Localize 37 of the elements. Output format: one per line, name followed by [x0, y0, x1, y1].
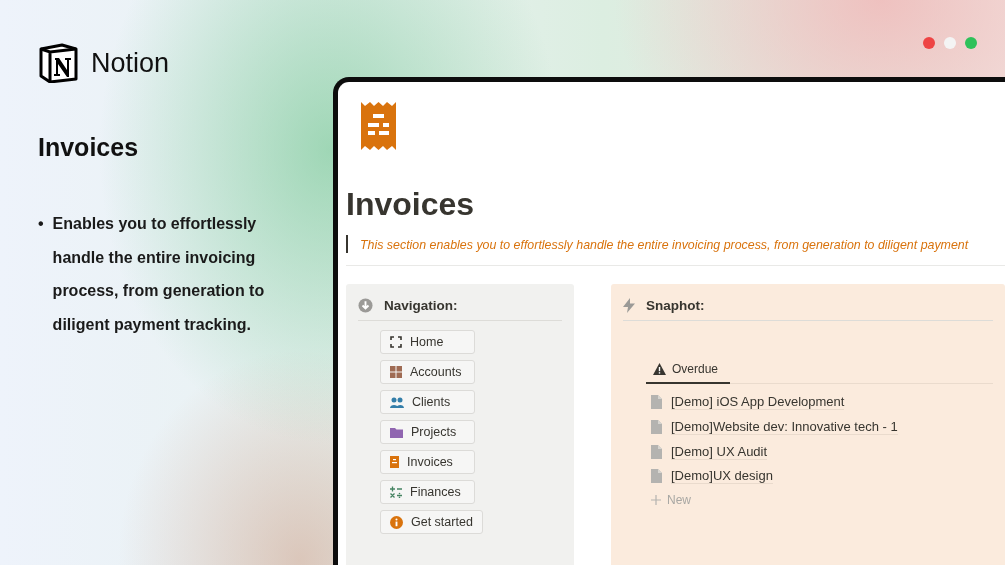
nav-button[interactable]: Projects — [380, 420, 475, 444]
page-icon — [651, 469, 662, 484]
download-icon — [358, 298, 373, 313]
page-title: Invoices — [346, 186, 476, 223]
receipt-icon — [361, 102, 396, 150]
math-symbols-icon — [390, 486, 402, 498]
view-tab[interactable]: Overdue — [646, 359, 731, 384]
page-icon — [651, 395, 662, 410]
nav-button[interactable]: Clients — [380, 390, 475, 414]
warning-icon — [653, 363, 666, 375]
page-icon — [651, 420, 662, 435]
page-link[interactable]: [Demo]UX design — [671, 468, 773, 485]
page-link[interactable]: [Demo]Website dev: Innovative tech - 1 — [671, 419, 898, 436]
info-icon — [390, 515, 403, 529]
receipt-icon — [390, 456, 399, 468]
folder-icon — [390, 426, 403, 438]
callout-title: Navigation: — [384, 298, 458, 313]
quote-text: This section enables you to effortlessly handle the entire invoicing process, from generation to diligent payment — [360, 238, 969, 252]
bullet-marker: • — [38, 214, 44, 234]
nav-button[interactable]: Get started — [380, 510, 483, 534]
page-icon — [651, 444, 662, 459]
lightning-icon — [623, 298, 635, 313]
page-link[interactable]: [Demo] UX Audit — [671, 443, 768, 460]
nav-button[interactable]: Invoices — [380, 450, 475, 474]
people-icon — [390, 396, 404, 408]
nav-button[interactable]: Finances — [380, 480, 475, 504]
bullet-text: Enables you to effortlessly handle the entire invoicing process, from generation to diligent payment tracking. — [52, 214, 266, 335]
section-heading: Invoices — [38, 133, 140, 162]
grid-icon — [390, 366, 402, 378]
callout-title: Snaphot: — [646, 298, 705, 313]
frame-icon — [390, 336, 402, 348]
nav-button[interactable]: Home — [380, 330, 475, 354]
plus-icon — [651, 494, 661, 505]
cube-logo-icon — [38, 43, 78, 83]
brand-name: Notion — [91, 47, 170, 79]
nav-button[interactable]: Accounts — [380, 360, 475, 384]
page-link[interactable]: [Demo] iOS App Development — [671, 394, 845, 411]
